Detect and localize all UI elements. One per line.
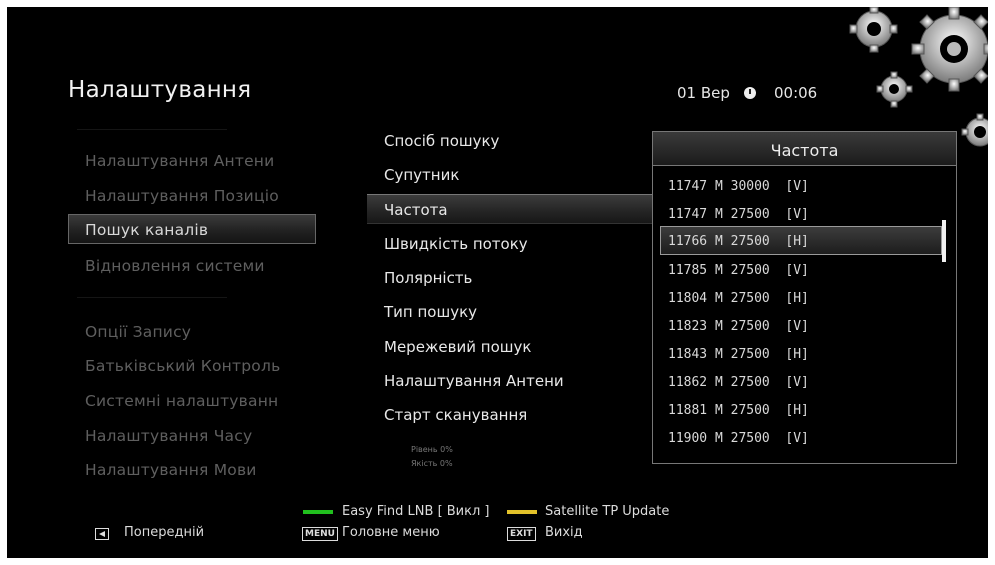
tv-screen: Налаштування 01 Вер 00:06 Налаштування А… <box>7 7 988 558</box>
left-menu-divider <box>77 129 227 130</box>
frequency-option[interactable]: 11747 M 30000 [V] <box>668 179 809 194</box>
left-menu-item-system-restore[interactable]: Відновлення системи <box>85 257 265 275</box>
menu-item-polarity[interactable]: Полярність <box>384 269 472 287</box>
menu-item-antenna-settings[interactable]: Налаштування Антени <box>384 372 564 390</box>
left-menu-item-channel-search[interactable]: Пошук каналів <box>85 221 208 239</box>
frequency-option[interactable]: 11843 M 27500 [H] <box>668 347 809 362</box>
main-menu-label[interactable]: Головне меню <box>342 525 440 540</box>
menu-item-start-scan[interactable]: Старт сканування <box>384 406 527 424</box>
frequency-option[interactable]: 11823 M 27500 [V] <box>668 319 809 334</box>
menu-item-network-search[interactable]: Мережевий пошук <box>384 338 531 356</box>
frequency-option[interactable]: 11804 M 27500 [H] <box>668 291 809 306</box>
left-menu-item-positioner-settings[interactable]: Налаштування Позиціо <box>85 187 279 205</box>
menu-item-symbol-rate[interactable]: Швидкість потоку <box>384 235 528 253</box>
frequency-option-selected[interactable]: 11766 M 27500 [H] <box>668 234 809 249</box>
menu-item-satellite[interactable]: Супутник <box>384 166 459 184</box>
left-menu-item-time-settings[interactable]: Налаштування Часу <box>85 427 252 445</box>
yellow-key-icon <box>507 510 537 514</box>
frequency-option[interactable]: 11900 M 27500 [V] <box>668 431 809 446</box>
clock-icon <box>744 87 756 99</box>
frequency-scrollbar[interactable] <box>942 220 946 262</box>
menu-item-frequency[interactable]: Частота <box>384 201 448 219</box>
back-arrow-icon <box>95 528 109 540</box>
page-title: Налаштування <box>68 77 252 103</box>
satellite-tp-update-label[interactable]: Satellite TP Update <box>545 504 669 519</box>
frequency-option[interactable]: 11785 M 27500 [V] <box>668 263 809 278</box>
signal-level-label: Рівень 0% <box>411 445 453 454</box>
date-display: 01 Вер <box>677 84 730 102</box>
easy-find-lnb-label[interactable]: Easy Find LNB [ Викл ] <box>342 504 490 519</box>
left-menu-item-antenna-settings[interactable]: Налаштування Антени <box>85 152 274 170</box>
exit-key-icon: EXIT <box>507 527 536 541</box>
left-menu-item-record-options[interactable]: Опції Запису <box>85 323 191 341</box>
left-menu-divider <box>77 297 227 298</box>
signal-quality-label: Якість 0% <box>411 459 453 468</box>
menu-item-search-mode[interactable]: Спосіб пошуку <box>384 132 499 150</box>
frequency-option[interactable]: 11747 M 27500 [V] <box>668 207 809 222</box>
left-menu-item-system-settings[interactable]: Системні налаштуванн <box>85 392 278 410</box>
frequency-popup: Частота 11747 M 30000 [V] 11747 M 27500 … <box>652 131 957 464</box>
exit-label[interactable]: Вихід <box>545 525 583 540</box>
left-menu-item-parental-control[interactable]: Батьківський Контроль <box>85 357 280 375</box>
frequency-option[interactable]: 11881 M 27500 [H] <box>668 403 809 418</box>
menu-key-icon: MENU <box>302 527 338 541</box>
time-display: 00:06 <box>774 84 818 102</box>
left-menu-item-language-settings[interactable]: Налаштування Мови <box>85 461 257 479</box>
previous-label[interactable]: Попередній <box>124 525 204 540</box>
frequency-option[interactable]: 11862 M 27500 [V] <box>668 375 809 390</box>
green-key-icon <box>303 510 333 514</box>
frequency-popup-title: Частота <box>653 132 956 166</box>
menu-item-search-type[interactable]: Тип пошуку <box>384 303 477 321</box>
